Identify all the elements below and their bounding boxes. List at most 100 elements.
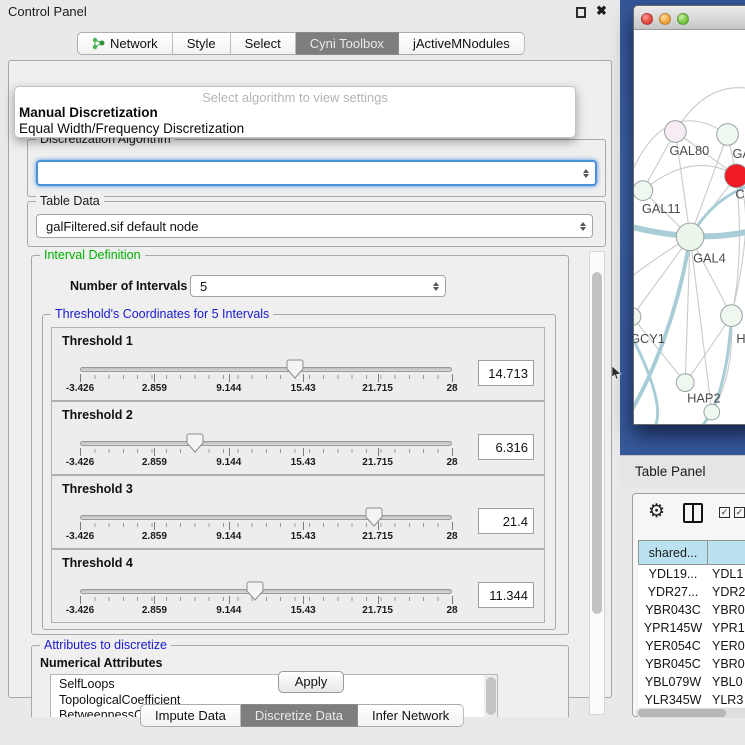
table-cell[interactable]: YBR0 [708, 601, 745, 619]
table-cell[interactable]: YDR2 [708, 583, 745, 601]
network-node[interactable] [721, 305, 743, 327]
settings-vertical-scrollbar[interactable] [589, 251, 605, 715]
major-tick [378, 374, 379, 382]
threshold-4-value-field[interactable]: 11.344 [478, 582, 534, 608]
tick-label: 2.859 [142, 457, 167, 468]
zoom-traffic-light[interactable] [677, 13, 689, 25]
table-cell[interactable]: YPR1 [708, 619, 745, 637]
table-row[interactable]: YPR145WYPR1 [638, 619, 745, 637]
table-cell[interactable]: YER0 [708, 637, 745, 655]
dropdown-option-equal-width-frequency[interactable]: Equal Width/Frequency Discretization [18, 121, 572, 137]
table-row[interactable]: YDR27...YDR2 [638, 583, 745, 601]
close-icon[interactable]: ✖ [596, 3, 607, 19]
table-cell[interactable]: YBR0 [708, 655, 745, 673]
major-tick [452, 522, 453, 530]
table-cell[interactable]: YBL0 [708, 673, 745, 691]
table-row[interactable]: YLR345WYLR3 [638, 691, 745, 707]
table-panel-header: Table Panel [620, 455, 745, 487]
slider-track[interactable] [80, 515, 452, 520]
slider-major-ticks [80, 448, 452, 456]
scrollbar-thumb[interactable] [486, 677, 496, 715]
network-node[interactable] [725, 164, 745, 188]
table-cell[interactable]: YLR345W [638, 691, 708, 707]
slider-thumb[interactable] [286, 359, 304, 379]
node-label: C [735, 186, 744, 201]
network-node[interactable] [634, 308, 641, 326]
table-cell[interactable]: YDR27... [638, 583, 708, 601]
network-node[interactable] [717, 124, 739, 146]
algorithm-combobox[interactable] [36, 160, 597, 186]
table-row[interactable]: YBR045CYBR0 [638, 655, 745, 673]
node-label: HAP2 [687, 390, 720, 405]
tick-label: 21.715 [362, 531, 393, 542]
table-row[interactable]: YER054CYER0 [638, 637, 745, 655]
threshold-1-slider[interactable]: -3.4262.8599.14415.4321.71528 [52, 328, 544, 400]
slider-thumb[interactable] [246, 581, 264, 601]
table-cell[interactable]: YPR145W [638, 619, 708, 637]
table-cell[interactable]: YDL1 [708, 565, 745, 583]
slider-track[interactable] [80, 441, 452, 446]
tick-label: 28 [446, 531, 457, 542]
network-node[interactable] [634, 181, 653, 201]
tab-discretize-data[interactable]: Discretize Data [241, 704, 358, 727]
network-view-window[interactable]: GAL80GACGAL11GAL4GCY1HHAP2 [633, 5, 745, 425]
checkbox-icon[interactable]: ✓ [719, 507, 730, 518]
threshold-3-value-field[interactable]: 21.4 [478, 508, 534, 534]
network-node[interactable] [665, 121, 687, 143]
node-label: GAL4 [693, 250, 726, 265]
dropdown-option-manual-discretization[interactable]: Manual Discretization [18, 105, 572, 121]
attributes-list-scrollbar[interactable] [484, 675, 497, 717]
network-node[interactable] [676, 374, 694, 392]
tab-cyni-toolbox[interactable]: Cyni Toolbox [296, 32, 399, 55]
table-horizontal-scrollbar[interactable] [636, 708, 745, 718]
checkbox-icon[interactable]: ✓ [734, 507, 745, 518]
tab-impute-data[interactable]: Impute Data [140, 704, 241, 727]
table-cell[interactable]: YBR045C [638, 655, 708, 673]
table-cell[interactable]: YLR3 [708, 691, 745, 707]
table-data-combobox[interactable]: galFiltered.sif default node [36, 214, 593, 238]
threshold-3-slider[interactable]: -3.4262.8599.14415.4321.71528 [52, 476, 544, 548]
tab-jactivemnodules[interactable]: jActiveMNodules [399, 32, 525, 55]
number-of-intervals-label: Number of Intervals [70, 279, 187, 293]
table-row[interactable]: YDL19...YDL1 [638, 565, 745, 583]
slider-thumb[interactable] [365, 507, 383, 527]
major-tick [154, 374, 155, 382]
threshold-4-slider[interactable]: -3.4262.8599.14415.4321.71528 [52, 550, 544, 622]
table-cell[interactable]: YDL19... [638, 565, 708, 583]
column-header-name[interactable]: n [708, 540, 745, 565]
network-canvas[interactable]: GAL80GACGAL11GAL4GCY1HHAP2 [634, 31, 745, 424]
tab-label: Discretize Data [255, 705, 343, 727]
close-traffic-light[interactable] [641, 13, 653, 25]
tab-label: Impute Data [155, 705, 226, 727]
network-window-titlebar[interactable] [634, 6, 745, 30]
table-cell[interactable]: YBL079W [638, 673, 708, 691]
tick-label: 2.859 [142, 531, 167, 542]
column-layout-icon[interactable] [683, 503, 703, 523]
tab-style[interactable]: Style [173, 32, 231, 55]
slider-track[interactable] [80, 589, 452, 594]
gear-icon[interactable]: ⚙ [648, 500, 665, 523]
table-cell[interactable]: YER054C [638, 637, 708, 655]
control-panel-tabs: Network Style Select Cyni Toolbox jActiv… [77, 32, 525, 55]
table-cell[interactable]: YBR043C [638, 601, 708, 619]
minimize-traffic-light[interactable] [659, 13, 671, 25]
scrollbar-thumb[interactable] [638, 709, 726, 717]
table-row[interactable]: YBL079WYBL0 [638, 673, 745, 691]
network-node[interactable] [704, 404, 720, 420]
tab-infer-network[interactable]: Infer Network [358, 704, 464, 727]
thresholds-coordinates-group: Threshold's Coordinates for 5 Intervals … [42, 314, 556, 630]
tab-select[interactable]: Select [231, 32, 296, 55]
slider-track[interactable] [80, 367, 452, 372]
tab-network[interactable]: Network [77, 32, 173, 55]
network-node[interactable] [676, 223, 704, 251]
threshold-2-value-field[interactable]: 6.316 [478, 434, 534, 460]
column-header-shared-name[interactable]: shared... [638, 540, 708, 565]
number-of-intervals-combobox[interactable]: 5 [190, 275, 446, 297]
table-row[interactable]: YBR043CYBR0 [638, 601, 745, 619]
slider-thumb[interactable] [186, 433, 204, 453]
scrollbar-thumb[interactable] [592, 272, 602, 614]
threshold-2-slider[interactable]: -3.4262.8599.14415.4321.71528 [52, 402, 544, 474]
apply-button[interactable]: Apply [278, 671, 344, 693]
threshold-1-value-field[interactable]: 14.713 [478, 360, 534, 386]
float-window-icon[interactable] [576, 7, 586, 18]
